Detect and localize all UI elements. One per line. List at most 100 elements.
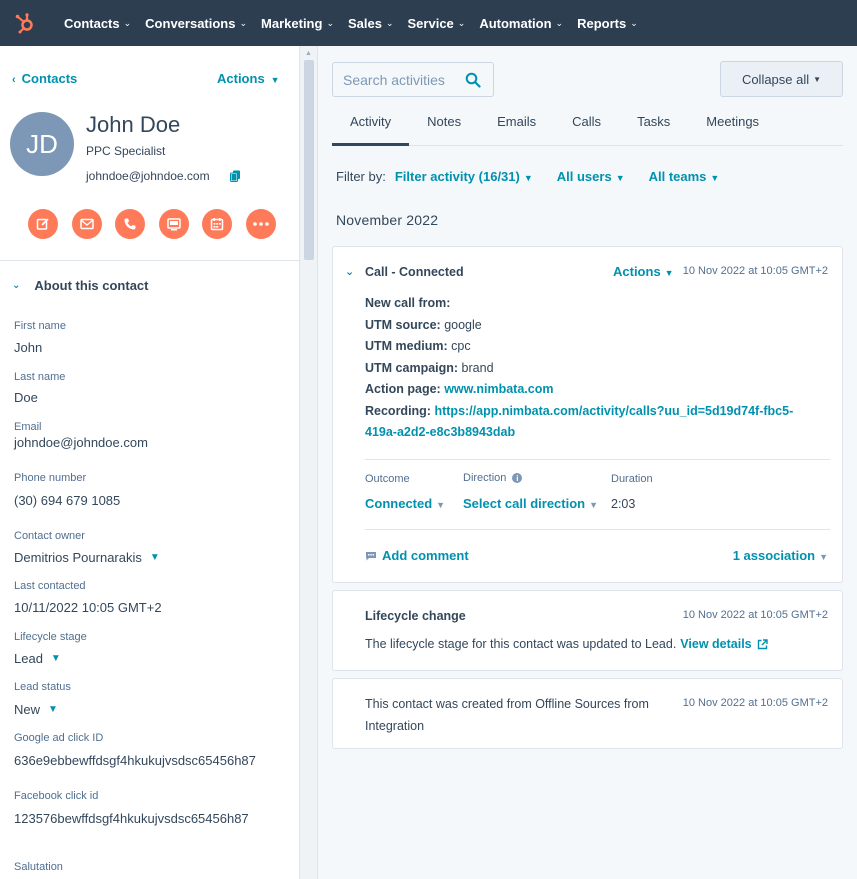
direction-dropdown[interactable]: Select call direction ▼ (463, 496, 598, 511)
scroll-up-arrow-icon[interactable]: ▲ (305, 50, 312, 57)
field-label: Lead status (14, 681, 71, 693)
tab-notes[interactable]: Notes (409, 106, 479, 146)
contact-job-title: PPC Specialist (86, 144, 166, 158)
chevron-down-icon: ⌄ (630, 17, 638, 28)
chevron-down-icon[interactable]: ⌄ (345, 265, 354, 278)
sidebar-scrollbar[interactable]: ▲ (300, 46, 318, 879)
add-comment-button[interactable]: Add comment (365, 548, 469, 563)
nav-sales[interactable]: Sales ⌄ (348, 16, 394, 31)
field-value-text: 636e9ebbewffdsgf4hkukujvsdsc65456h87 (14, 753, 256, 768)
chevron-down-icon: ⌄ (326, 17, 334, 28)
action-page-link[interactable]: www.nimbata.com (444, 382, 553, 396)
activity-tabs: Activity Notes Emails Calls Tasks Meetin… (332, 106, 843, 146)
field-value-text: johndoe@johndoe.com (14, 435, 148, 450)
recording-link-continued[interactable]: 419a-a2d2-e8c3b8943dab (365, 425, 515, 439)
field-lead-status[interactable]: New ▼ (14, 702, 58, 717)
divider (365, 529, 830, 530)
detail-key: UTM medium: (365, 339, 448, 353)
field-contact-owner[interactable]: Demitrios Pournarakis ▼ (14, 550, 160, 565)
caret-down-icon: ▼ (615, 173, 625, 183)
caret-down-icon: ▼ (664, 268, 674, 278)
contact-actions-dropdown[interactable]: Actions ▼ (217, 71, 280, 86)
tab-calls[interactable]: Calls (554, 106, 619, 146)
tab-activity[interactable]: Activity (332, 106, 410, 146)
recording-link[interactable]: https://app.nimbata.com/activity/calls?u… (434, 404, 793, 418)
chevron-down-icon: ⌄ (555, 17, 564, 28)
nav-contacts[interactable]: Contacts ⌄ (64, 16, 131, 31)
lifecycle-description: The lifecycle stage for this contact was… (365, 634, 768, 656)
month-heading: November 2022 (336, 212, 439, 228)
field-email[interactable]: johndoe@johndoe.com (14, 435, 148, 450)
call-activity-card: ⌄ Call - Connected Actions ▼ 10 Nov 2022 … (332, 246, 843, 583)
chevron-down-icon: ⌄ (239, 17, 248, 28)
nav-reports[interactable]: Reports ⌄ (577, 16, 638, 31)
divider (365, 459, 830, 460)
field-value-text: Demitrios Pournarakis (14, 550, 142, 565)
scrollbar-thumb[interactable] (304, 60, 314, 260)
external-link-icon[interactable] (757, 639, 768, 650)
detail-key: UTM campaign: (365, 360, 459, 375)
chevron-down-icon: ⌄ (457, 17, 466, 28)
caret-down-icon: ▼ (270, 75, 280, 85)
log-activity-button[interactable] (158, 209, 189, 239)
copy-icon[interactable] (230, 169, 241, 187)
avatar[interactable]: JD (10, 112, 74, 176)
nav-service[interactable]: Service ⌄ (408, 16, 466, 31)
direction-value: Select call direction (463, 496, 586, 511)
all-users-dropdown[interactable]: All users ▼ (557, 169, 625, 184)
field-label: Email (14, 421, 42, 433)
lifecycle-text: The lifecycle stage for this contact was… (365, 637, 677, 651)
contact-created-card: This contact was created from Offline So… (332, 678, 843, 749)
created-text-line: This contact was created from Offline So… (365, 697, 649, 711)
field-value-text: 10/11/2022 10:05 GMT+2 (14, 600, 162, 615)
nav-conversations[interactable]: Conversations ⌄ (145, 16, 247, 31)
caret-down-icon: ▼ (149, 552, 160, 563)
association-dropdown[interactable]: 1 association ▼ (733, 548, 828, 563)
info-icon[interactable]: i (512, 473, 523, 483)
call-actions-dropdown[interactable]: Actions ▼ (613, 264, 674, 279)
email-button[interactable] (71, 209, 102, 239)
field-facebook-click-id[interactable]: 123576bewffdsgf4hkukujvsdsc65456h87 (14, 811, 249, 826)
nav-label: Automation (479, 15, 552, 31)
chevron-down-icon: ⌄ (385, 17, 394, 28)
call-card-title[interactable]: Call - Connected (365, 265, 464, 279)
nav-label: Contacts (64, 15, 120, 31)
collapse-all-button[interactable]: Collapse all ▼ (720, 61, 843, 97)
filter-activity-dropdown[interactable]: Filter activity (16/31) ▼ (395, 169, 533, 184)
field-value-text: John (14, 340, 43, 355)
outcome-dropdown[interactable]: Connected ▼ (365, 496, 445, 511)
lifecycle-change-card: Lifecycle change 10 Nov 2022 at 10:05 GM… (332, 590, 843, 671)
hubspot-logo-icon[interactable] (0, 0, 50, 46)
field-first-name[interactable]: John (14, 340, 42, 355)
call-button[interactable] (115, 209, 145, 239)
detail-key: Recording: (365, 403, 431, 418)
field-google-ad-click-id[interactable]: 636e9ebbewffdsgf4hkukujvsdsc65456h87 (14, 753, 256, 768)
nav-label: Sales (347, 15, 382, 31)
association-label: 1 association (732, 548, 816, 563)
detail-value: cpc (451, 339, 471, 353)
lifecycle-timestamp: 10 Nov 2022 at 10:05 GMT+2 (682, 609, 828, 621)
direction-label-text: Direction (463, 472, 507, 484)
view-details-link[interactable]: View details (680, 634, 751, 656)
task-button[interactable] (202, 209, 232, 239)
call-details: New call from: UTM source: google UTM me… (365, 293, 793, 444)
chevron-left-icon: ‹ (12, 74, 16, 86)
field-last-name[interactable]: Doe (14, 390, 38, 405)
nav-label: Reports (577, 15, 627, 31)
nav-marketing[interactable]: Marketing ⌄ (261, 16, 334, 31)
tab-emails[interactable]: Emails (479, 106, 554, 146)
all-teams-dropdown[interactable]: All teams ▼ (649, 169, 720, 184)
back-to-contacts-link[interactable]: ‹ Contacts (12, 71, 77, 86)
caret-down-icon: ▼ (48, 704, 58, 715)
filter-label: Filter by: (336, 169, 386, 184)
field-phone-number[interactable]: (30) 694 679 1085 (14, 493, 120, 508)
tab-meetings[interactable]: Meetings (688, 106, 777, 146)
about-section-toggle[interactable]: ⌄ About this contact (12, 278, 149, 293)
nav-automation[interactable]: Automation ⌄ (479, 16, 563, 31)
more-actions-button[interactable] (245, 209, 276, 239)
note-button[interactable] (28, 209, 58, 239)
field-lifecycle-stage[interactable]: Lead ▼ (14, 651, 61, 666)
tab-tasks[interactable]: Tasks (619, 106, 688, 146)
search-icon[interactable] (465, 72, 481, 88)
search-input[interactable] (343, 71, 463, 88)
